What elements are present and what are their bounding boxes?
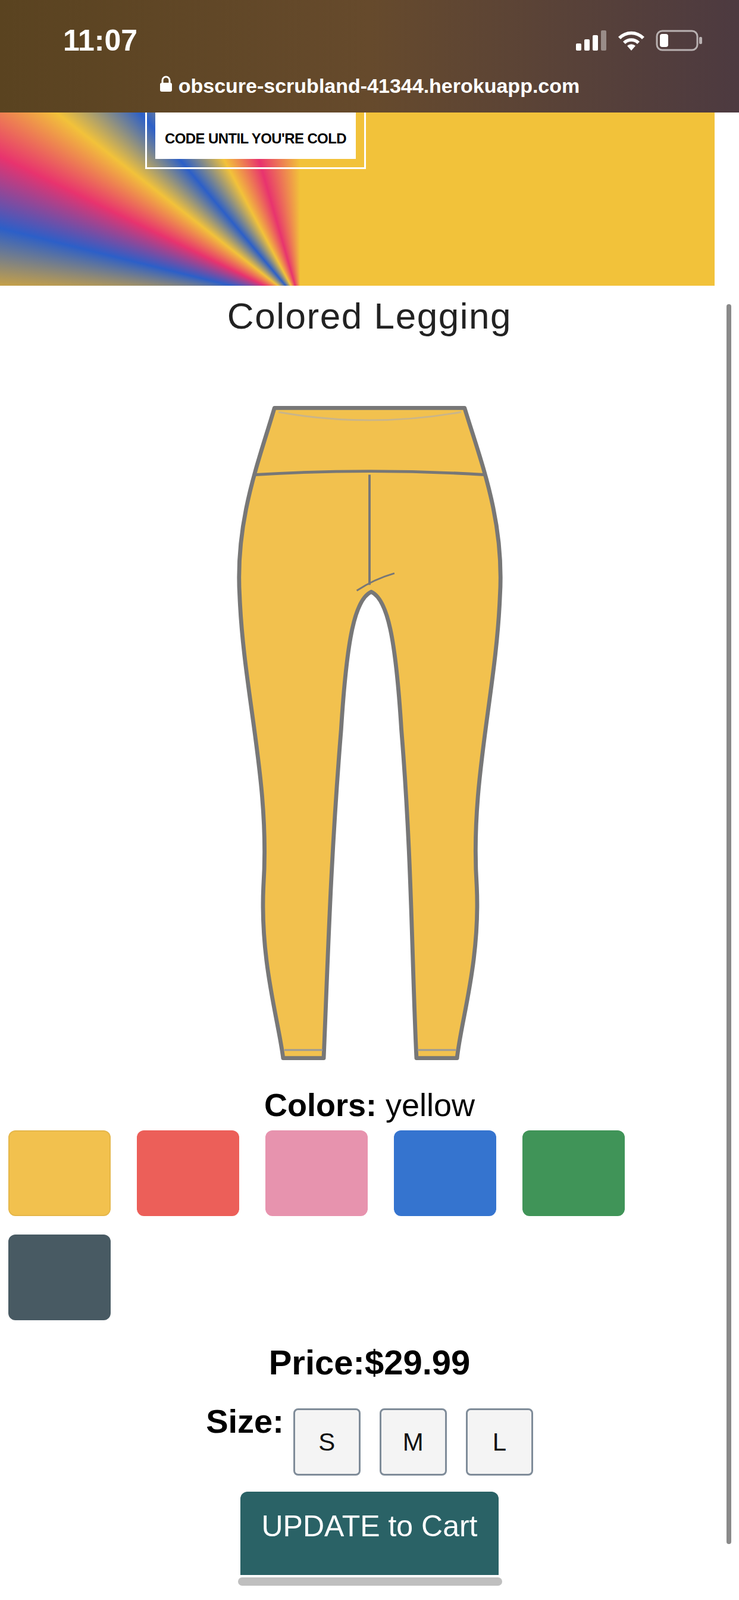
color-swatch[interactable] — [8, 1234, 111, 1320]
color-name: yellow — [385, 1086, 475, 1123]
product-title: Colored Legging — [227, 295, 512, 337]
price-label: Price: — [268, 1342, 365, 1382]
size-label-text: L — [492, 1422, 507, 1461]
wifi-icon — [616, 29, 647, 52]
size-label: Size: — [205, 1403, 284, 1439]
logo-text: CODE UNTIL YOU'RE COLD — [164, 130, 347, 147]
legging-image — [234, 396, 506, 1070]
clock: 11:07 — [63, 13, 138, 56]
home-indicator[interactable] — [238, 1576, 503, 1586]
size-row: Size: S M L — [205, 1405, 534, 1476]
color-swatch[interactable] — [393, 1129, 497, 1216]
browser-bar: 11:07 — [0, 0, 739, 113]
colors-label: Colors: — [264, 1086, 377, 1123]
size-options: SML — [293, 1407, 534, 1476]
status-icons — [575, 17, 704, 52]
hero-image: CODE UNTIL YOU'RE COLD — [0, 112, 715, 286]
logo: CODE UNTIL YOU'RE COLD — [145, 112, 366, 169]
swatch-list — [0, 1129, 739, 1320]
product: Colored Legging Colors: yellow — [0, 285, 739, 1125]
price-row: Price:$29.99 — [268, 1341, 471, 1383]
scrollbar[interactable] — [726, 304, 732, 1544]
update-cart-button[interactable]: UPDATE to Cart — [240, 1491, 499, 1575]
update-cart-label: UPDATE to Cart — [261, 1507, 478, 1575]
price-value: $29.99 — [364, 1342, 471, 1382]
signal-icon — [575, 30, 607, 51]
size-label-text: M — [402, 1422, 424, 1461]
color-swatch[interactable] — [265, 1129, 368, 1216]
size-button[interactable]: S — [293, 1407, 361, 1476]
lock-icon — [159, 75, 173, 93]
url-text: obscure-scrubland-41344.herokuapp.com — [178, 73, 581, 99]
color-swatch[interactable] — [522, 1129, 625, 1216]
battery-icon — [655, 29, 704, 52]
page: 11:07 — [0, 0, 739, 1600]
color-swatch[interactable] — [136, 1129, 240, 1216]
size-button[interactable]: L — [465, 1407, 534, 1476]
colors-row: Colors: yellow — [264, 1084, 475, 1125]
legging-fill — [238, 407, 500, 1058]
size-button[interactable]: M — [379, 1407, 447, 1476]
url-bar[interactable]: obscure-scrubland-41344.herokuapp.com — [0, 68, 739, 113]
size-label-text: S — [318, 1422, 335, 1461]
color-swatch[interactable] — [8, 1129, 111, 1216]
